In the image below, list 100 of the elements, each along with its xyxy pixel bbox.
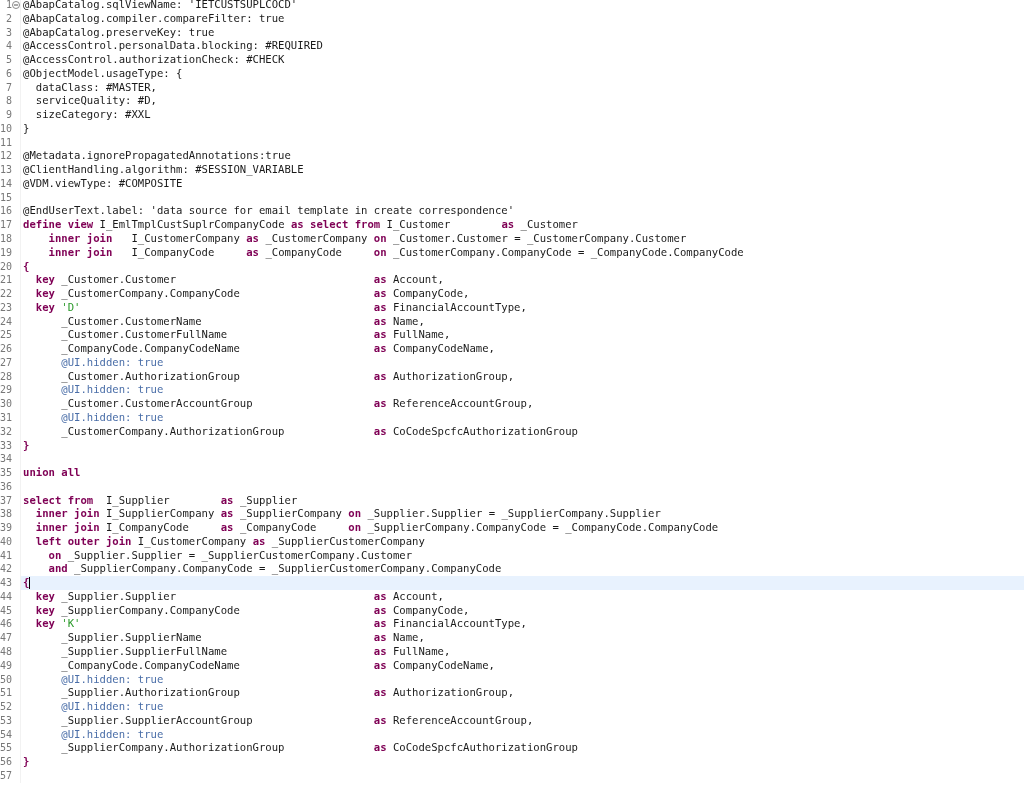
line-number: 52	[0, 700, 12, 714]
line-number: 43	[0, 576, 12, 590]
code-line: }	[20, 755, 1024, 769]
line-number: 47	[0, 631, 12, 645]
line-number: 40	[0, 534, 12, 549]
code-line: }	[20, 438, 1024, 453]
line-number: 6	[4, 66, 12, 81]
line-number: 29	[0, 383, 12, 398]
code-line: @AccessControl.personalData.blocking: #REQUIRED	[20, 39, 1024, 54]
line-number: 55	[0, 741, 12, 756]
line-number: 26	[0, 342, 12, 356]
line-number: 14	[0, 176, 12, 191]
line-number: 20	[0, 259, 12, 274]
code-line: _CustomerCompany.AuthorizationGroup as CoCodeSpcfcAuthorizationGroup	[20, 424, 1024, 439]
line-number: 27	[0, 355, 12, 370]
code-line: _CompanyCode.CompanyCodeName as CompanyCodeName,	[20, 658, 1024, 673]
code-line: _Supplier.SupplierName as Name,	[20, 631, 1024, 645]
code-line: _Supplier.AuthorizationGroup as AuthorizationGroup,	[20, 686, 1024, 701]
line-number: 23	[0, 300, 12, 315]
code-line: dataClass: #MASTER,	[20, 80, 1024, 95]
line-number: 5	[4, 53, 12, 67]
line-number: 21	[0, 273, 12, 288]
line-number: 16	[0, 204, 12, 219]
line-number: 57	[0, 768, 12, 783]
code-line: key _Supplier.Supplier as Account,	[20, 589, 1024, 604]
line-number: 51	[0, 686, 12, 701]
line-number: 7	[4, 80, 12, 95]
code-line: @Metadata.ignorePropagatedAnnotations:true	[20, 149, 1024, 164]
line-number: 15	[0, 190, 12, 205]
line-number: 48	[0, 645, 12, 659]
line-number: 41	[0, 548, 12, 563]
code-line: @AbapCatalog.compiler.compareFilter: true	[20, 11, 1024, 26]
code-line: }	[20, 121, 1024, 136]
code-line: @UI.hidden: true	[20, 355, 1024, 370]
line-number: 2	[4, 11, 12, 26]
line-number: 13	[0, 163, 12, 177]
line-number: 1	[4, 0, 12, 12]
line-number: 12	[0, 149, 12, 164]
code-line: _Supplier.SupplierAccountGroup as ReferenceAccountGroup,	[20, 713, 1024, 728]
code-line: @AbapCatalog.preserveKey: true	[20, 25, 1024, 40]
code-line: _Customer.CustomerAccountGroup as ReferenceAccountGroup,	[20, 397, 1024, 411]
code-line: key 'K' as FinancialAccountType,	[20, 617, 1024, 632]
line-number: 50	[0, 672, 12, 687]
line-number: 54	[0, 727, 12, 742]
line-number: 44	[0, 589, 12, 604]
line-number: 8	[4, 94, 12, 109]
line-number: 56	[0, 755, 12, 769]
line-number: 10	[0, 121, 12, 136]
line-number: 30	[0, 397, 12, 411]
code-line: key _CustomerCompany.CompanyCode as CompanyCode,	[20, 287, 1024, 301]
line-number: 53	[0, 713, 12, 728]
code-line: _CompanyCode.CompanyCodeName as CompanyCodeName,	[20, 342, 1024, 356]
text-cursor	[29, 577, 31, 590]
line-number: 25	[0, 328, 12, 343]
line-number: 3	[4, 25, 12, 40]
code-line: key _Customer.Customer as Account,	[20, 273, 1024, 288]
code-line: @ClientHandling.algorithm: #SESSION_VARIABLE	[20, 163, 1024, 177]
code-line: @UI.hidden: true	[20, 727, 1024, 742]
line-number: 39	[0, 521, 12, 535]
code-line: @VDM.viewType: #COMPOSITE	[20, 176, 1024, 191]
code-line: select from I_Supplier as _Supplier	[20, 493, 1024, 508]
line-number: 49	[0, 658, 12, 673]
line-number: 35	[0, 466, 12, 480]
line-number: 34	[0, 452, 12, 467]
code-line: inner join I_CompanyCode as _CompanyCode on _SupplierCompany.CompanyCode = _CompanyCode.CompanyCode	[20, 521, 1024, 535]
code-line: @AccessControl.authorizationCheck: #CHECK	[20, 53, 1024, 67]
code-line: @UI.hidden: true	[20, 383, 1024, 398]
code-line: define view I_EmlTmplCustSuplrCompanyCode as select from I_Customer as _Customer	[20, 218, 1024, 232]
code-line: inner join I_CustomerCompany as _CustomerCompany on _Customer.Customer = _CustomerCompany.Customer	[20, 232, 1024, 246]
line-number: 9	[4, 108, 12, 122]
code-line: @UI.hidden: true	[20, 672, 1024, 687]
line-number: 18	[0, 232, 12, 246]
line-number: 45	[0, 603, 12, 618]
line-number: 28	[0, 369, 12, 384]
line-number: 17	[0, 218, 12, 232]
line-number: 19	[0, 245, 12, 260]
current-line-highlight: {	[20, 576, 1024, 590]
code-line: {	[20, 259, 1024, 274]
code-line: inner join I_SupplierCompany as _SupplierCompany on _Supplier.Supplier = _SupplierCompany.Supplier	[20, 507, 1024, 522]
code-line: _Customer.AuthorizationGroup as AuthorizationGroup,	[20, 369, 1024, 384]
code-line: key _SupplierCompany.CompanyCode as CompanyCode,	[20, 603, 1024, 618]
code-line: _Customer.CustomerName as Name,	[20, 314, 1024, 329]
code-line: _SupplierCompany.AuthorizationGroup as CoCodeSpcfcAuthorizationGroup	[20, 741, 1024, 756]
code-line: @ObjectModel.usageType: {	[20, 66, 1024, 81]
code-line: @EndUserText.label: 'data source for email template in create correspondence'	[20, 204, 1024, 219]
line-number: 11	[0, 135, 12, 150]
code-line: _Customer.CustomerFullName as FullName,	[20, 328, 1024, 343]
line-number: 46	[0, 617, 12, 632]
code-line: @UI.hidden: true	[20, 410, 1024, 425]
code-line: on _Supplier.Supplier = _SupplierCustomerCompany.Customer	[20, 548, 1024, 563]
code-line: sizeCategory: #XXL	[20, 108, 1024, 122]
line-number: 32	[0, 424, 12, 439]
line-number: 38	[0, 507, 12, 522]
code-line: serviceQuality: #D,	[20, 94, 1024, 109]
line-number: 42	[0, 562, 12, 577]
line-number: 33	[0, 438, 12, 453]
line-number: 4	[4, 39, 12, 54]
code-line: union all	[20, 466, 1024, 480]
collapse-icon[interactable]	[12, 0, 20, 9]
line-number: 22	[0, 287, 12, 301]
